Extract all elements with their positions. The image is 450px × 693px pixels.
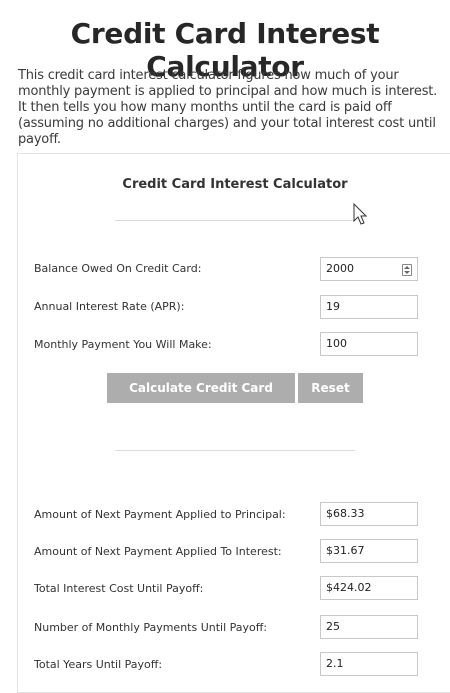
intro-text: This credit card interest calculator fig… [18, 68, 438, 147]
calculator-title: Credit Card Interest Calculator [122, 177, 348, 192]
interest-result: $31.67 [320, 539, 418, 563]
apr-input[interactable] [320, 295, 418, 319]
top-divider [115, 220, 355, 221]
monthly-payment-input[interactable] [320, 332, 418, 356]
arrow-cursor-icon [353, 203, 368, 225]
monthly-payments-count-result: 25 [320, 615, 418, 639]
apr-input-value[interactable] [326, 296, 386, 318]
balance-input[interactable] [320, 257, 418, 281]
results-divider [115, 450, 355, 451]
apr-label: Annual Interest Rate (APR): [34, 300, 185, 313]
balance-input-value[interactable] [326, 258, 386, 280]
calculate-button[interactable]: Calculate Credit Card Interest [107, 373, 295, 425]
calculator-panel [17, 153, 450, 693]
balance-label: Balance Owed On Credit Card: [34, 262, 202, 275]
total-interest-result: $424.02 [320, 576, 418, 600]
interest-label: Amount of Next Payment Applied To Intere… [34, 545, 282, 558]
monthly-payment-label: Monthly Payment You Will Make: [34, 338, 212, 351]
number-spinner-icon[interactable] [402, 264, 412, 276]
principal-label: Amount of Next Payment Applied to Princi… [34, 508, 286, 521]
total-interest-label: Total Interest Cost Until Payoff: [34, 582, 204, 595]
reset-button[interactable]: Reset [298, 373, 363, 403]
monthly-payments-count-label: Number of Monthly Payments Until Payoff: [34, 621, 268, 634]
monthly-payment-input-value[interactable] [326, 333, 386, 355]
principal-result: $68.33 [320, 502, 418, 526]
total-years-label: Total Years Until Payoff: [34, 658, 163, 671]
total-years-result: 2.1 [320, 652, 418, 676]
